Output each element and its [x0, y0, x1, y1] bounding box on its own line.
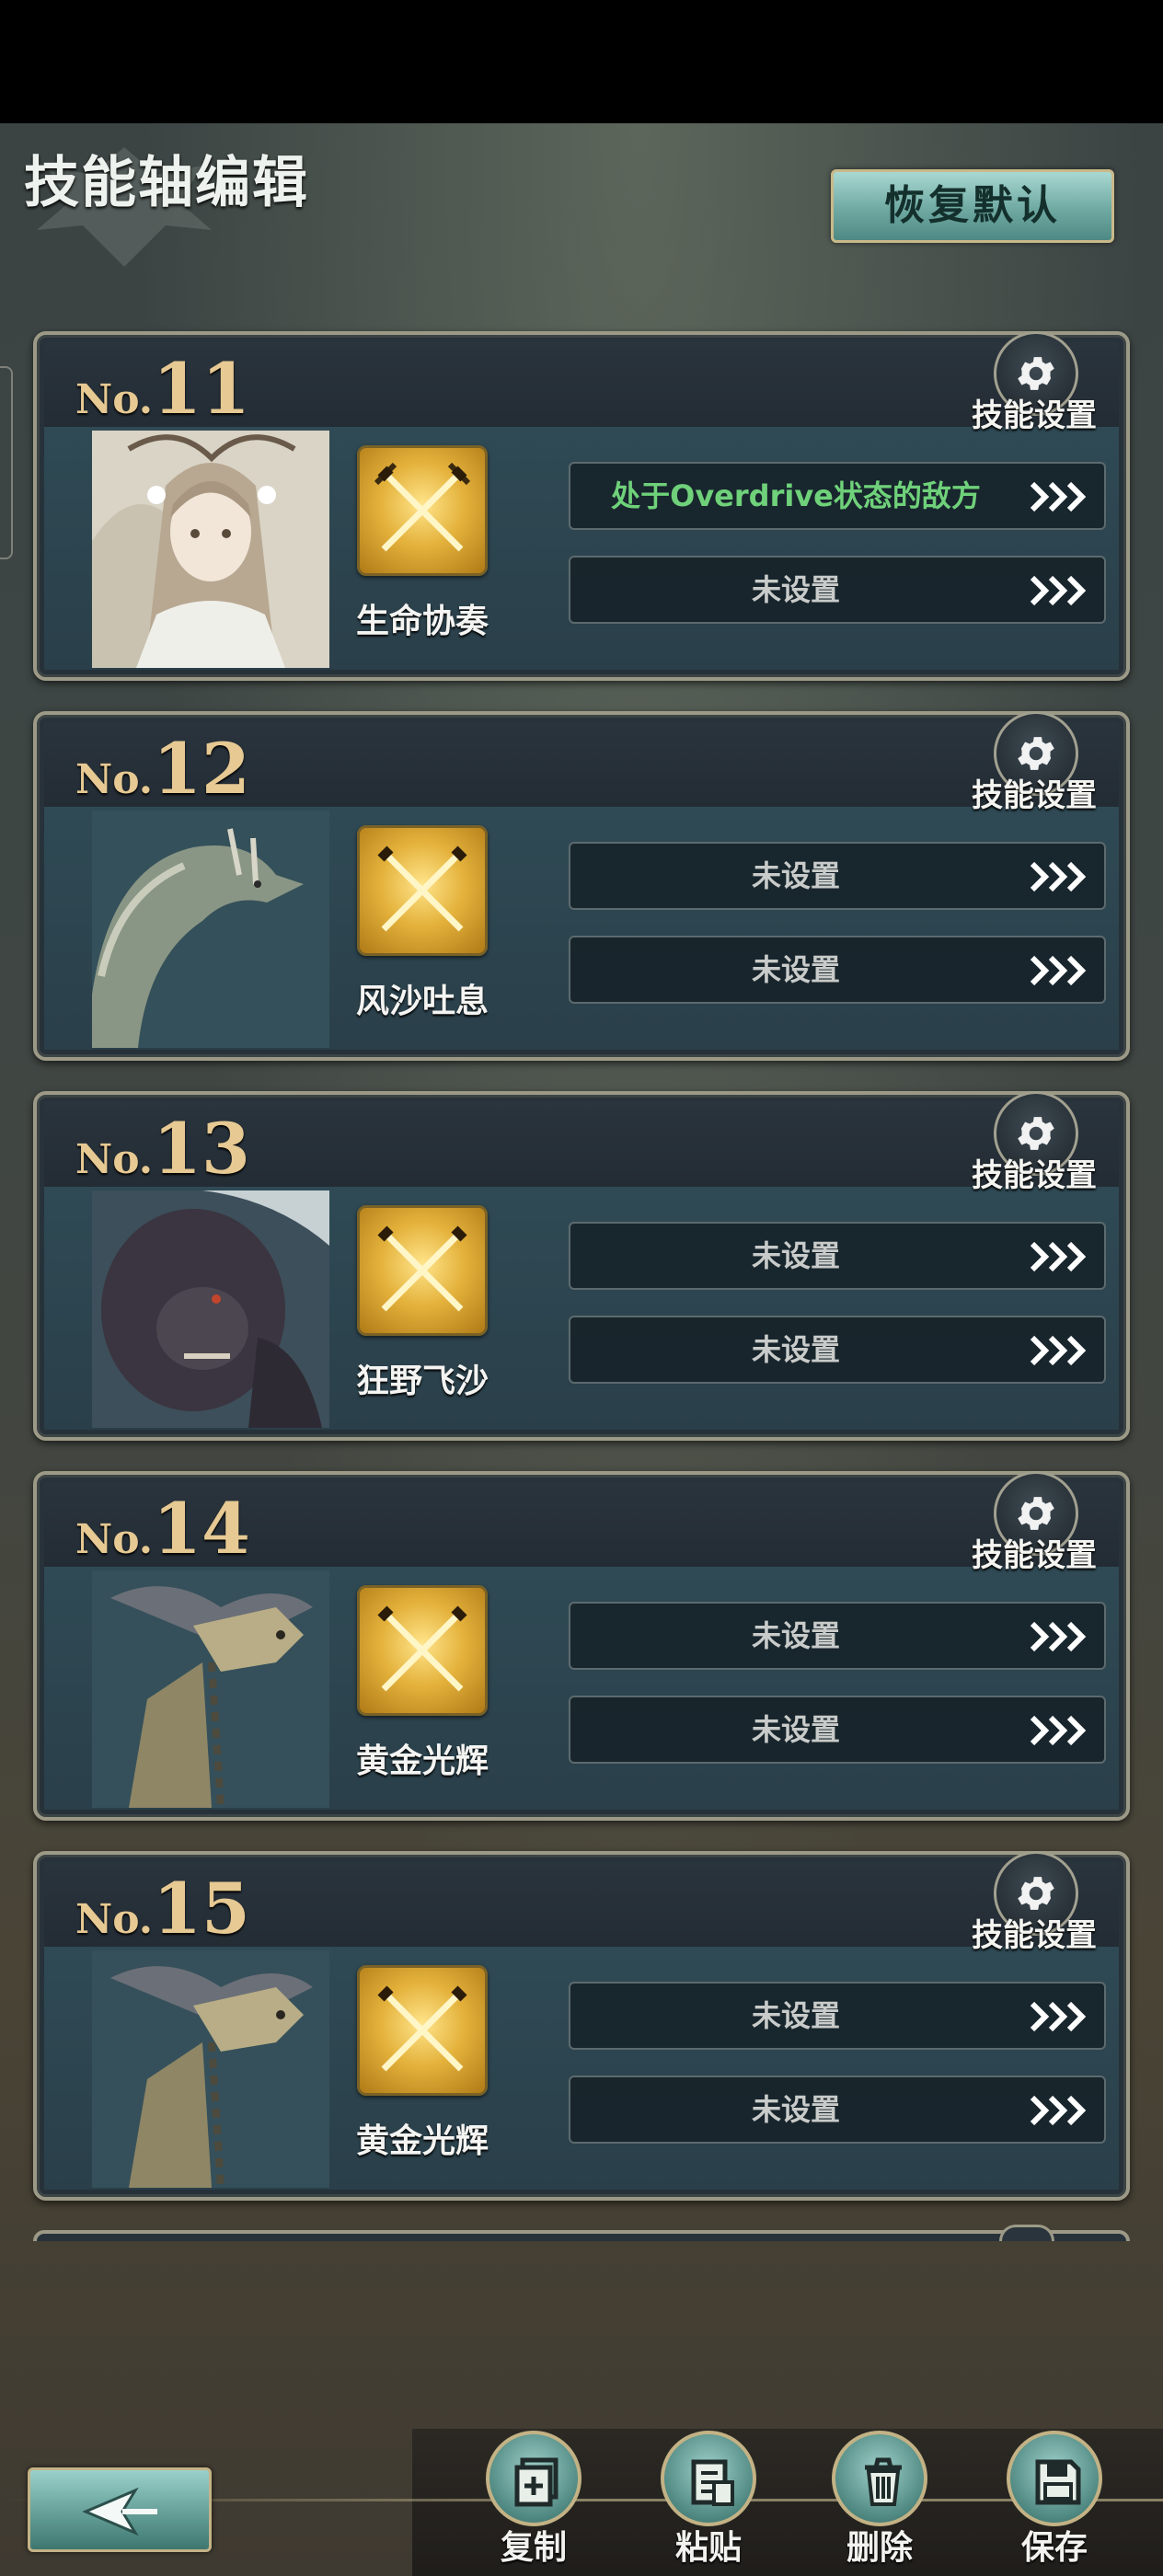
- triple-chevron-icon: [1030, 481, 1087, 512]
- skill-settings-label: 技能设置: [972, 397, 1097, 434]
- dragon-portrait[interactable]: [92, 811, 329, 1048]
- slot-text: 未设置: [751, 1998, 840, 2033]
- skill-name: 生命协奏: [355, 603, 489, 640]
- slot-text: 未设置: [751, 1618, 840, 1653]
- condition-slot[interactable]: 未设置: [569, 556, 1106, 624]
- save-icon: [1035, 2459, 1081, 2505]
- card-number: No.12: [75, 728, 250, 810]
- triple-chevron-icon: [1030, 575, 1087, 606]
- card-number: No.14: [75, 1488, 250, 1570]
- slot-text: 处于Overdrive状态的敌方: [611, 478, 981, 513]
- condition-slot[interactable]: 未设置: [569, 936, 1106, 1004]
- back-arrow-icon: [82, 2487, 157, 2536]
- slot-text: 未设置: [751, 2092, 840, 2127]
- condition-slot[interactable]: 未设置: [569, 1316, 1106, 1384]
- paste-label: 粘贴: [674, 2529, 742, 2567]
- side-pull-tab[interactable]: [0, 366, 13, 559]
- copy-button[interactable]: 复制: [473, 2429, 594, 2576]
- slot-text: 未设置: [751, 858, 840, 893]
- page-title: 技能轴编辑: [24, 151, 309, 215]
- card-number: No.15: [75, 1868, 250, 1949]
- skill-name: 狂野飞沙: [355, 1363, 489, 1400]
- skill-name: 黄金光辉: [355, 1742, 489, 1780]
- skill-card: No.13 技能设置 狂野飞沙 未设置 未设置: [33, 1091, 1130, 1441]
- save-label: 保存: [1020, 2529, 1088, 2567]
- skill-name: 黄金光辉: [355, 2122, 489, 2160]
- beast-portrait[interactable]: [92, 1190, 329, 1428]
- skill-icon[interactable]: [357, 1205, 488, 1336]
- condition-slot[interactable]: 未设置: [569, 1602, 1106, 1670]
- condition-slot[interactable]: 未设置: [569, 1696, 1106, 1764]
- skill-settings-label: 技能设置: [972, 1537, 1097, 1574]
- skill-icon[interactable]: [357, 825, 488, 956]
- triple-chevron-icon: [1030, 1621, 1087, 1652]
- save-button[interactable]: 保存: [994, 2429, 1115, 2576]
- restore-default-button[interactable]: 恢复默认: [831, 169, 1114, 243]
- delete-circle: [832, 2431, 927, 2526]
- skill-icon[interactable]: [357, 445, 488, 576]
- copy-icon: [514, 2457, 558, 2507]
- skill-card-partial: [33, 2230, 1130, 2241]
- skill-settings-label: 技能设置: [972, 777, 1097, 814]
- copy-circle: [486, 2431, 582, 2526]
- skill-icon[interactable]: [357, 1585, 488, 1716]
- paste-circle: [661, 2431, 756, 2526]
- slot-text: 未设置: [751, 1712, 840, 1747]
- skill-name: 风沙吐息: [355, 983, 489, 1020]
- skill-settings-label: 技能设置: [972, 1917, 1097, 1954]
- slot-text: 未设置: [751, 1238, 840, 1273]
- crossed-swords-icon: [377, 1985, 467, 2072]
- crossed-swords-icon: [374, 462, 471, 552]
- card-number: No.13: [75, 1108, 250, 1190]
- back-button[interactable]: [28, 2467, 212, 2552]
- save-circle: [1007, 2431, 1102, 2526]
- triple-chevron-icon: [1030, 955, 1087, 986]
- card-number: No.11: [75, 348, 250, 430]
- triple-chevron-icon: [1030, 2095, 1087, 2126]
- paste-button[interactable]: 粘贴: [648, 2429, 769, 2576]
- condition-slot[interactable]: 未设置: [569, 842, 1106, 910]
- delete-button[interactable]: 删除: [819, 2429, 940, 2576]
- copy-label: 复制: [500, 2529, 567, 2567]
- gear-icon: [999, 2225, 1054, 2241]
- crossed-swords-icon: [377, 1605, 467, 1692]
- golem-portrait[interactable]: [92, 1950, 329, 2188]
- crossed-swords-icon: [377, 845, 467, 932]
- skill-settings-label: 技能设置: [972, 1157, 1097, 1194]
- paste-icon: [691, 2459, 734, 2506]
- skill-card: No.14 技能设置 黄金光辉 未设置 未设置: [33, 1471, 1130, 1821]
- condition-slot[interactable]: 未设置: [569, 1222, 1106, 1290]
- slot-text: 未设置: [751, 1332, 840, 1367]
- condition-slot[interactable]: 未设置: [569, 2076, 1106, 2144]
- status-bar-area: [0, 0, 1163, 123]
- triple-chevron-icon: [1030, 1715, 1087, 1746]
- skill-card: No.12 技能设置 风沙吐息 未设置 未设置: [33, 711, 1130, 1061]
- priestess-portrait[interactable]: [92, 431, 329, 668]
- crossed-swords-icon: [377, 1225, 467, 1312]
- skill-icon[interactable]: [357, 1965, 488, 2096]
- slot-text: 未设置: [751, 572, 840, 607]
- triple-chevron-icon: [1030, 1241, 1087, 1272]
- trash-icon: [865, 2457, 902, 2506]
- condition-slot[interactable]: 未设置: [569, 1982, 1106, 2050]
- target-condition-slot[interactable]: 处于Overdrive状态的敌方: [569, 462, 1106, 530]
- golem-portrait[interactable]: [92, 1570, 329, 1808]
- skill-card: No.11 技能设置 生命协奏 处于Overdrive状态的敌方 未设置: [33, 331, 1130, 681]
- triple-chevron-icon: [1030, 861, 1087, 892]
- delete-label: 删除: [846, 2529, 913, 2567]
- triple-chevron-icon: [1030, 2001, 1087, 2032]
- triple-chevron-icon: [1030, 1335, 1087, 1366]
- skill-card: No.15 技能设置 黄金光辉 未设置 未设置: [33, 1851, 1130, 2201]
- slot-text: 未设置: [751, 952, 840, 987]
